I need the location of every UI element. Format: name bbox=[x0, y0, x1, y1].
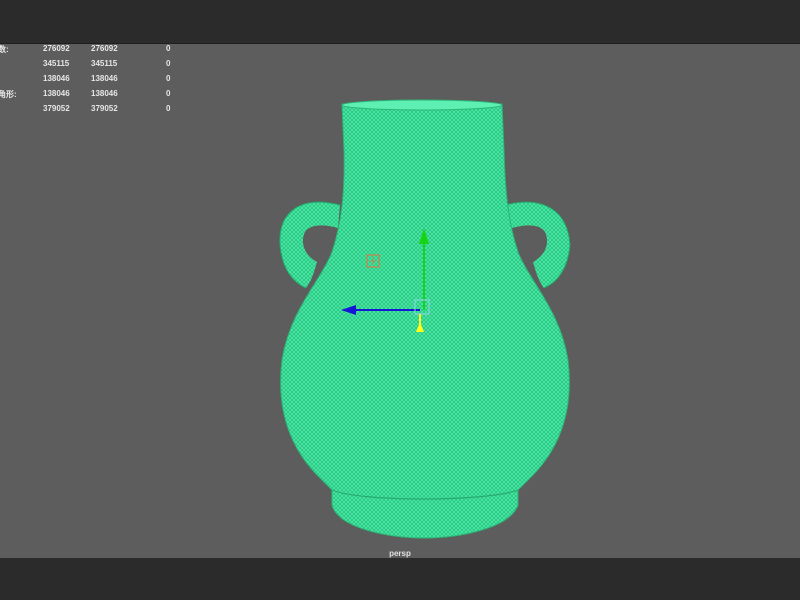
hud-value-2: 276092 bbox=[91, 44, 118, 53]
hud-value-1: 138046 bbox=[43, 89, 70, 98]
hud-value-2: 345115 bbox=[91, 59, 118, 68]
hud-value-2: 138046 bbox=[91, 89, 118, 98]
scene-view[interactable] bbox=[0, 44, 800, 558]
hud-value-2: 138046 bbox=[91, 74, 118, 83]
hud-value-3: 0 bbox=[166, 89, 171, 98]
hud-value-3: 0 bbox=[166, 74, 171, 83]
hud-value-1: 138046 bbox=[43, 74, 70, 83]
hud-value-2: 379052 bbox=[91, 104, 118, 113]
hud-value-3: 0 bbox=[166, 44, 171, 53]
camera-name-label: persp bbox=[389, 549, 411, 558]
hud-row: 138046 138046 0 bbox=[0, 74, 200, 89]
hud-row: 345115 345115 0 bbox=[0, 59, 200, 74]
bottom-status-bar bbox=[0, 558, 800, 600]
hud-row: 数: 276092 276092 0 bbox=[0, 44, 200, 59]
hud-value-1: 276092 bbox=[43, 44, 70, 53]
hud-value-3: 0 bbox=[166, 59, 171, 68]
hud-row: : 379052 379052 0 bbox=[0, 104, 200, 119]
hud-value-3: 0 bbox=[166, 104, 171, 113]
persp-viewport[interactable]: 数: 276092 276092 0 345115 345115 0 13804… bbox=[0, 44, 800, 558]
hud-value-1: 379052 bbox=[43, 104, 70, 113]
hud-label: : bbox=[0, 104, 1, 113]
hud-row: 角形: 138046 138046 0 bbox=[0, 89, 200, 104]
hud-value-1: 345115 bbox=[43, 59, 70, 68]
hud-label: 角形: bbox=[0, 90, 17, 99]
vase-mesh[interactable] bbox=[280, 103, 570, 539]
top-menu-bar bbox=[0, 0, 800, 43]
hud-label: 数: bbox=[0, 45, 9, 54]
vase-rim bbox=[341, 99, 503, 111]
